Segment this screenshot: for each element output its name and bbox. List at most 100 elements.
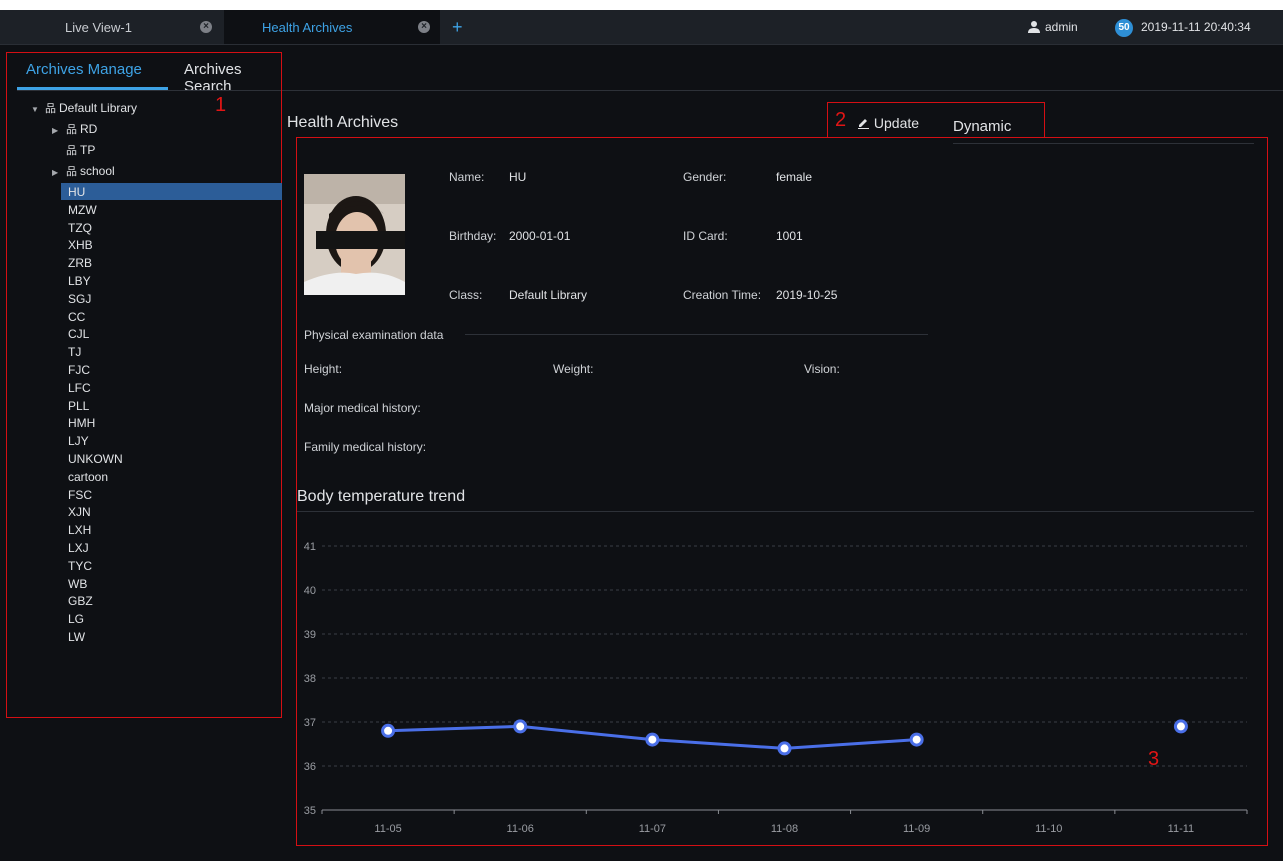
tree-node-label: TP: [80, 143, 96, 157]
close-icon[interactable]: ×: [418, 21, 430, 33]
tree-item[interactable]: HU: [68, 183, 85, 201]
notification-badge[interactable]: 50: [1115, 19, 1133, 37]
chart-title: Body temperature trend: [297, 488, 466, 505]
name-value: HU: [509, 170, 527, 184]
top-bar: Live View-1 × Health Archives × + admin …: [0, 10, 1283, 45]
annotation-marker-2: 2: [835, 109, 847, 131]
tree-item[interactable]: FJC: [68, 361, 90, 379]
class-label: Class:: [449, 288, 483, 302]
x-tick-label: 11-05: [374, 823, 401, 835]
tree-item[interactable]: LXH: [68, 521, 91, 539]
tree-item[interactable]: UNKOWN: [68, 450, 123, 468]
x-tick-label: 11-10: [1035, 823, 1062, 835]
tab-dynamic[interactable]: Dynamic: [953, 118, 1011, 135]
data-point: [909, 732, 924, 747]
caret-down-icon[interactable]: ▼: [31, 101, 45, 119]
tree-item[interactable]: LG: [68, 610, 84, 628]
tree-item[interactable]: GBZ: [68, 592, 93, 610]
tree-item[interactable]: LXJ: [68, 539, 89, 557]
y-tick-label: 36: [304, 761, 316, 773]
height-label: Height:: [304, 362, 343, 376]
profile-photo: [304, 174, 405, 295]
panel-title: Health Archives: [287, 114, 399, 131]
annotation-marker-1: 1: [215, 94, 227, 116]
edit-icon: [858, 119, 869, 129]
tree-item[interactable]: HMH: [68, 414, 95, 432]
tree-item[interactable]: WB: [68, 575, 87, 593]
org-icon: 品: [66, 124, 77, 136]
tree-node-tp[interactable]: 品 TP: [66, 141, 95, 159]
gender-value: female: [776, 170, 813, 184]
birthday-value: 2000-01-01: [509, 229, 571, 243]
tree-item[interactable]: ZRB: [68, 254, 92, 272]
tree-node-school[interactable]: ▶ 品 school: [52, 162, 115, 180]
id-card-value: 1001: [776, 229, 803, 243]
user-icon: [1028, 21, 1040, 33]
datetime: 2019-11-11 20:40:34: [1141, 20, 1251, 34]
annotation-box-1: [6, 52, 282, 718]
creation-time-label: Creation Time:: [683, 288, 762, 302]
tree-item[interactable]: LJY: [68, 432, 89, 450]
caret-right-icon[interactable]: ▶: [52, 122, 66, 140]
tree-item[interactable]: MZW: [68, 201, 97, 219]
tree-item[interactable]: CC: [68, 308, 85, 326]
tree-node-label: Default Library: [59, 101, 138, 115]
caret-right-icon[interactable]: ▶: [52, 164, 66, 182]
temperature-chart: 35 36 37 38 39 40 41 11-05 11-06 11-07 11-08 11-09 1…: [304, 541, 1248, 835]
add-tab-button[interactable]: +: [452, 10, 463, 44]
data-point: [513, 719, 528, 734]
section-physical-exam: Physical examination data: [304, 328, 444, 342]
close-icon[interactable]: ×: [200, 21, 212, 33]
tree-item[interactable]: LBY: [68, 272, 91, 290]
x-tick-label: 11-07: [639, 823, 666, 835]
tree-node-default-library[interactable]: ▼ 品 Default Library: [31, 99, 137, 117]
tree-item[interactable]: SGJ: [68, 290, 91, 308]
y-tick-label: 35: [304, 805, 316, 817]
tree-node-label: RD: [80, 122, 98, 136]
creation-time-value: 2019-10-25: [776, 288, 838, 302]
x-tick-label: 11-11: [1168, 823, 1195, 835]
update-button[interactable]: Update: [857, 115, 919, 131]
tab-live-view[interactable]: Live View-1 ×: [28, 10, 224, 44]
gender-label: Gender:: [683, 170, 727, 184]
family-history-label: Family medical history:: [304, 440, 427, 454]
tab-health-archives[interactable]: Health Archives ×: [224, 10, 440, 44]
class-value: Default Library: [509, 288, 588, 302]
tree-item[interactable]: XJN: [68, 503, 91, 521]
tree-node-rd[interactable]: ▶ 品 RD: [52, 120, 97, 138]
major-history-label: Major medical history:: [304, 401, 421, 415]
id-card-label: ID Card:: [683, 229, 728, 243]
tree-item[interactable]: CJL: [68, 325, 89, 343]
tree-item[interactable]: TJ: [68, 343, 81, 361]
data-point: [1173, 719, 1188, 734]
x-tick-label: 11-09: [903, 823, 930, 835]
x-tick-label: 11-08: [771, 823, 798, 835]
tree-item[interactable]: LFC: [68, 379, 91, 397]
tree-item[interactable]: TYC: [68, 557, 92, 575]
name-label: Name:: [449, 170, 485, 184]
org-icon: 品: [66, 145, 77, 157]
selected-row-highlight: [61, 183, 282, 200]
y-tick-label: 37: [304, 717, 316, 729]
tree-item[interactable]: TZQ: [68, 219, 92, 237]
tree-item[interactable]: XHB: [68, 236, 93, 254]
tree-item[interactable]: FSC: [68, 486, 92, 504]
y-tick-label: 40: [304, 585, 316, 597]
user-menu[interactable]: admin: [1027, 10, 1078, 44]
org-icon: 品: [66, 166, 77, 178]
data-point: [777, 741, 792, 756]
tree-item[interactable]: PLL: [68, 397, 89, 415]
tree-item[interactable]: cartoon: [68, 468, 108, 486]
tab-label: Health Archives: [262, 19, 353, 35]
y-tick-label: 38: [304, 673, 316, 685]
username: admin: [1045, 20, 1078, 34]
tree-item[interactable]: LW: [68, 628, 85, 646]
org-icon: 品: [45, 103, 56, 115]
birthday-label: Birthday:: [449, 229, 497, 243]
vision-label: Vision:: [804, 362, 840, 376]
x-tick-label: 11-06: [507, 823, 534, 835]
app-window: Live View-1 × Health Archives × + admin …: [0, 10, 1283, 861]
tab-label: Live View-1: [65, 19, 132, 35]
update-label: Update: [873, 115, 920, 131]
y-tick-label: 39: [304, 629, 316, 641]
